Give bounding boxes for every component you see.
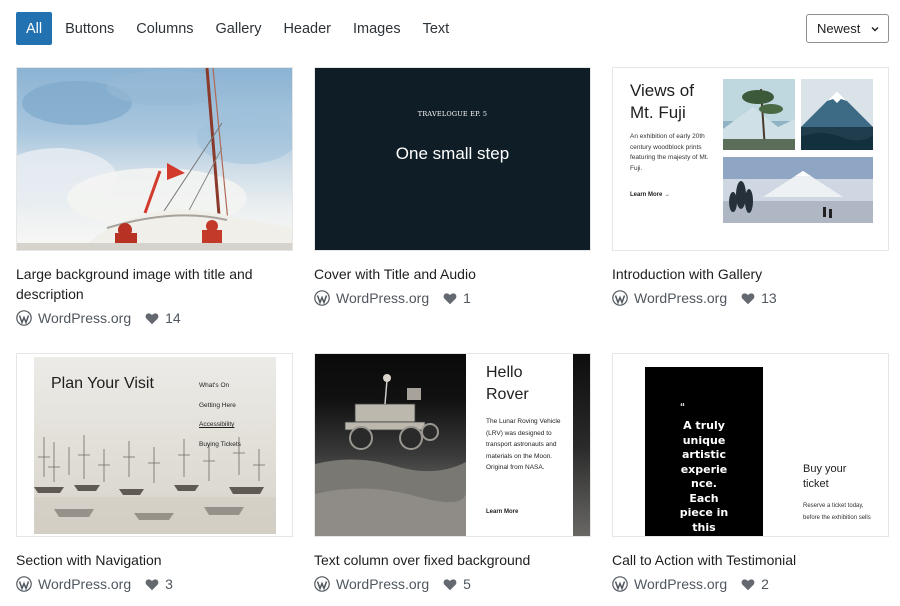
pattern-meta: WordPress.org 14 <box>16 308 293 328</box>
preview-body: An exhibition of early 20th century wood… <box>630 133 709 172</box>
tab-gallery[interactable]: Gallery <box>205 12 273 45</box>
like-count: 3 <box>165 576 173 592</box>
heart-icon[interactable] <box>741 292 755 305</box>
pattern-meta: WordPress.org 1 <box>314 288 591 308</box>
pattern-card: Plan Your Visit What's On Getting Here A… <box>16 353 293 594</box>
woodblock-print-landscape <box>723 157 873 223</box>
preview-body: Reserve a ticket today, before the exhib… <box>803 503 871 521</box>
heart-icon[interactable] <box>145 578 159 591</box>
tab-header[interactable]: Header <box>272 12 342 45</box>
tab-buttons[interactable]: Buttons <box>54 12 125 45</box>
testimonial-panel: “ A truly unique artistic experie nce. E… <box>645 367 763 536</box>
preview-heading: Hello Rover <box>486 364 529 403</box>
pattern-preview[interactable]: “ A truly unique artistic experie nce. E… <box>612 353 889 537</box>
woodblock-print-mountain <box>801 79 873 150</box>
lunar-rover-photo <box>315 354 466 536</box>
pattern-card: TRAVELOGUE EP. 5 One small step Cover wi… <box>314 67 591 308</box>
lunar-surface-strip <box>573 354 590 536</box>
pattern-title[interactable]: Large background image with title and de… <box>16 264 293 304</box>
tab-images[interactable]: Images <box>342 12 412 45</box>
category-filter-tabs: All Buttons Columns Gallery Header Image… <box>16 12 460 45</box>
author-link[interactable]: WordPress.org <box>336 576 429 592</box>
pattern-title[interactable]: Introduction with Gallery <box>612 264 889 284</box>
chevron-down-icon <box>871 26 879 31</box>
preview-nav-item: Getting Here <box>199 401 236 409</box>
author-link[interactable]: WordPress.org <box>634 576 727 592</box>
preview-quote: A truly unique artistic experie nce. Eac… <box>679 419 729 534</box>
author-link[interactable]: WordPress.org <box>336 290 429 306</box>
preview-link: Learn More <box>486 509 519 515</box>
sort-select[interactable]: Newest <box>806 14 889 43</box>
heart-icon[interactable] <box>443 292 457 305</box>
pattern-card: “ A truly unique artistic experie nce. E… <box>612 353 889 594</box>
sort-select-value: Newest <box>817 21 861 36</box>
pattern-title[interactable]: Section with Navigation <box>16 550 293 570</box>
wordpress-icon <box>16 576 32 592</box>
preview-heading: Buy your ticket <box>803 463 847 490</box>
like-count: 13 <box>761 290 777 306</box>
pattern-meta: WordPress.org 13 <box>612 288 889 308</box>
like-count: 5 <box>463 576 471 592</box>
pattern-title[interactable]: Call to Action with Testimonial <box>612 550 889 570</box>
wordpress-icon <box>314 576 330 592</box>
author-link[interactable]: WordPress.org <box>38 576 131 592</box>
preview-heading: One small step <box>395 144 510 163</box>
preview-nav-item: What's On <box>199 382 230 389</box>
sailing-painting <box>17 68 292 250</box>
quote-mark: “ <box>680 402 685 413</box>
preview-body: The Lunar Roving Vehicle (LRV) was desig… <box>486 418 561 471</box>
pattern-preview[interactable]: Views of Mt. Fuji An exhibition of early… <box>612 67 889 251</box>
wordpress-icon <box>314 290 330 306</box>
preview-kicker: TRAVELOGUE EP. 5 <box>417 110 488 118</box>
tab-columns[interactable]: Columns <box>125 12 204 45</box>
preview-nav: What's On Getting Here Accessibility Buy… <box>199 376 241 454</box>
woodblock-print-tree <box>723 79 795 150</box>
pattern-meta: WordPress.org 2 <box>612 574 889 594</box>
pattern-card: Hello Rover The Lunar Roving Vehicle (LR… <box>314 353 591 594</box>
pattern-meta: WordPress.org 3 <box>16 574 293 594</box>
heart-icon[interactable] <box>145 312 159 325</box>
tab-all[interactable]: All <box>16 12 53 45</box>
wordpress-icon <box>612 576 628 592</box>
heart-icon[interactable] <box>443 578 457 591</box>
pattern-preview[interactable] <box>16 67 293 251</box>
author-link[interactable]: WordPress.org <box>38 310 131 326</box>
heart-icon[interactable] <box>741 578 755 591</box>
pattern-meta: WordPress.org 5 <box>314 574 591 594</box>
pattern-card: Large background image with title and de… <box>16 67 293 328</box>
like-count: 14 <box>165 310 181 326</box>
tab-text[interactable]: Text <box>412 12 461 45</box>
author-link[interactable]: WordPress.org <box>634 290 727 306</box>
preview-background: Plan Your Visit What's On Getting Here A… <box>34 357 276 534</box>
wordpress-icon <box>16 310 32 326</box>
like-count: 2 <box>761 576 769 592</box>
preview-nav-item: Accessibility <box>199 421 235 428</box>
pattern-title[interactable]: Cover with Title and Audio <box>314 264 591 284</box>
pattern-preview[interactable]: Plan Your Visit What's On Getting Here A… <box>16 353 293 537</box>
pattern-preview[interactable]: TRAVELOGUE EP. 5 One small step <box>314 67 591 251</box>
pattern-card: Views of Mt. Fuji An exhibition of early… <box>612 67 889 308</box>
preview-link: Learn More → <box>630 192 671 198</box>
preview-heading: Plan Your Visit <box>51 375 154 392</box>
like-count: 1 <box>463 290 471 306</box>
pattern-preview[interactable]: Hello Rover The Lunar Roving Vehicle (LR… <box>314 353 591 537</box>
preview-nav-item: Buying Tickets <box>199 440 241 448</box>
wordpress-icon <box>612 290 628 306</box>
preview-heading: Views of Mt. Fuji <box>630 81 694 122</box>
pattern-title[interactable]: Text column over fixed background <box>314 550 591 570</box>
